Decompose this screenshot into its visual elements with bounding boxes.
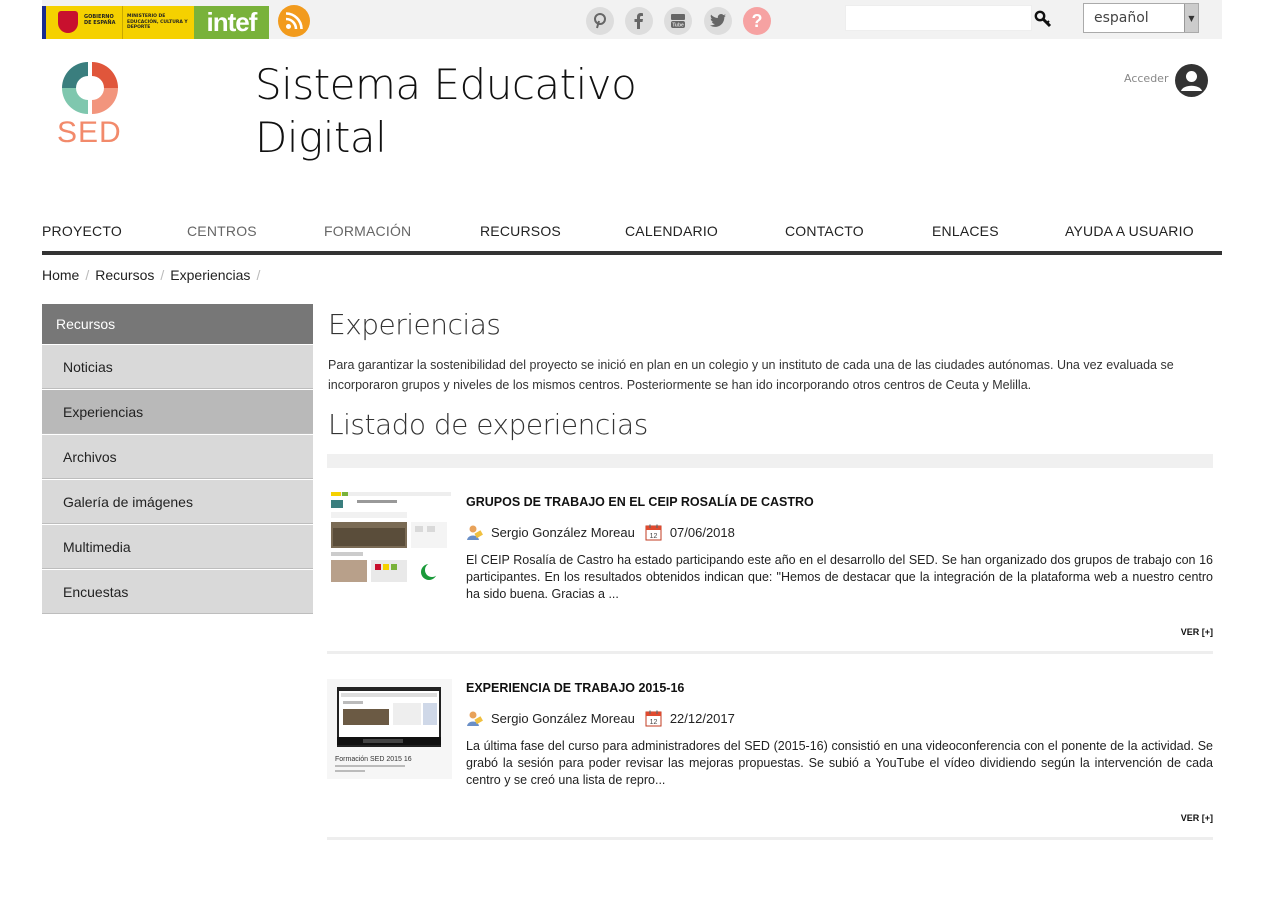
search-icon[interactable] [1034,10,1052,28]
read-more-link[interactable]: VER [+] [1181,813,1213,823]
sidebar: Recursos Noticias Experiencias Archivos … [42,304,313,614]
breadcrumb-recursos[interactable]: Recursos [95,267,154,283]
svg-text:Tube: Tube [672,23,684,29]
nav-recursos[interactable]: RECURSOS [480,223,561,239]
top-bar: GOBIERNO DE ESPAÑA MINISTERIO DE EDUCACI… [42,0,1222,39]
government-logo[interactable]: GOBIERNO DE ESPAÑA MINISTERIO DE EDUCACI… [42,6,269,39]
experience-date: 07/06/2018 [669,525,735,540]
nav-enlaces[interactable]: ENLACES [932,223,999,239]
nav-calendario[interactable]: CALENDARIO [625,223,718,239]
thumb-caption: Formación SED 2015 16 [335,756,412,763]
chevron-down-icon[interactable]: ▼ [1184,4,1198,32]
rss-icon[interactable] [278,5,310,37]
language-select[interactable]: español ▼ [1083,3,1199,33]
svg-text:12: 12 [649,719,657,726]
sidebar-item-archivos[interactable]: Archivos [42,434,313,479]
user-icon[interactable] [1175,64,1208,97]
experience-title[interactable]: GRUPOS DE TRABAJO EN EL CEIP ROSALÍA DE … [466,495,814,509]
experience-date: 22/12/2017 [669,711,735,726]
login-link[interactable]: Acceder [1124,72,1168,85]
site-title[interactable]: Sistema Educativo Digital [255,58,675,164]
gov-line: GOBIERNO DE ESPAÑA [84,14,116,26]
list-header-bar [327,454,1213,468]
page-title: Experiencias [328,308,501,341]
intro-text: Para garantizar la sostenibilidad del pr… [328,358,1174,392]
experience-thumbnail[interactable]: Formación SED 2015 16 [327,679,452,779]
experience-meta: Sergio González Moreau 12 22/12/2017 [466,710,735,727]
read-more-link[interactable]: VER [+] [1181,627,1213,637]
spain-coat-of-arms: GOBIERNO DE ESPAÑA [42,6,122,39]
youtube-icon[interactable]: Tube [664,7,692,35]
breadcrumb: Home / Recursos / Experiencias / [42,267,261,283]
twitter-icon[interactable] [704,7,732,35]
divider [327,651,1213,654]
calendar-icon: 12 [645,710,662,727]
experience-thumbnail[interactable] [327,490,452,590]
nav-centros[interactable]: CENTROS [187,223,257,239]
experience-excerpt: La última fase del curso para administra… [466,739,1213,787]
nav-ayuda[interactable]: AYUDA A USUARIO [1065,223,1194,239]
nav-proyecto[interactable]: PROYECTO [42,223,122,239]
author-icon [466,524,483,541]
list-title: Listado de experiencias [328,408,648,441]
breadcrumb-experiencias[interactable]: Experiencias [170,267,250,283]
sidebar-item-multimedia[interactable]: Multimedia [42,524,313,569]
sed-logo-text: SED [57,116,122,149]
language-value: español [1094,10,1149,26]
nav-contacto[interactable]: CONTACTO [785,223,864,239]
nav-formacion[interactable]: FORMACIÓN [324,223,411,239]
sidebar-item-galeria[interactable]: Galería de imágenes [42,479,313,524]
experience-author[interactable]: Sergio González Moreau [491,525,635,540]
sidebar-heading: Recursos [42,304,313,344]
experience-title[interactable]: EXPERIENCIA DE TRABAJO 2015-16 [466,681,684,695]
author-icon [466,710,483,727]
experience-meta: Sergio González Moreau 12 07/06/2018 [466,524,735,541]
ministry-label: MINISTERIO DE EDUCACIÓN, CULTURA Y DEPOR… [122,6,194,39]
sidebar-item-encuestas[interactable]: Encuestas [42,569,313,614]
calendar-icon: 12 [645,524,662,541]
help-icon[interactable]: ? [743,7,771,35]
svg-text:12: 12 [649,533,657,540]
divider [327,837,1213,840]
main-nav: PROYECTO CENTROS FORMACIÓN RECURSOS CALE… [42,220,1222,255]
facebook-icon[interactable] [625,7,653,35]
experience-excerpt: El CEIP Rosalía de Castro ha estado part… [466,553,1213,601]
search-input[interactable] [845,5,1032,31]
pinterest-icon[interactable] [586,7,614,35]
experience-author[interactable]: Sergio González Moreau [491,711,635,726]
sidebar-item-noticias[interactable]: Noticias [42,344,313,389]
sidebar-item-experiencias[interactable]: Experiencias [42,389,313,434]
breadcrumb-home[interactable]: Home [42,267,79,283]
intef-logo[interactable]: intef [194,6,269,39]
